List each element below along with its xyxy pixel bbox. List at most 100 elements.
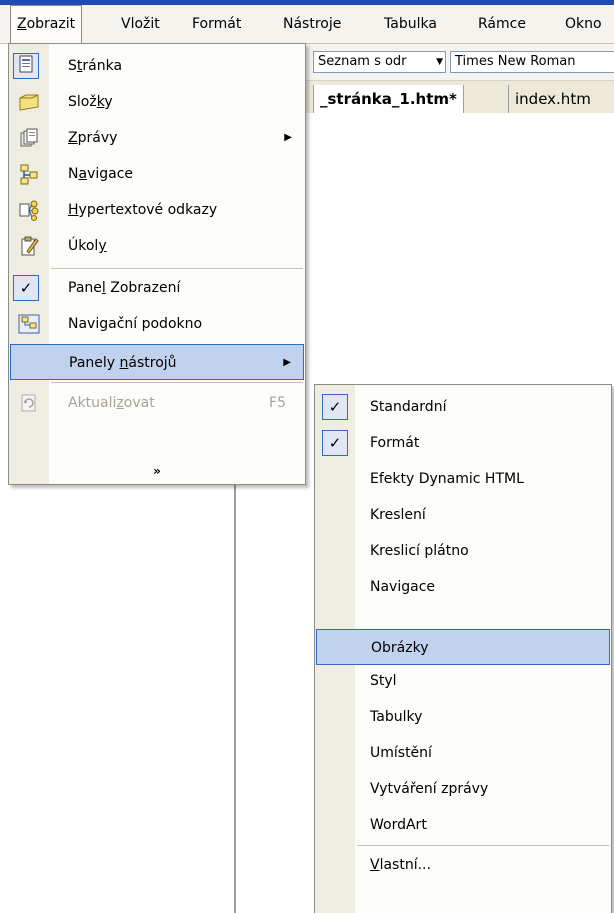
- menu-okno[interactable]: Okno: [565, 5, 602, 43]
- menu-zobrazit-rest: obrazit: [26, 16, 76, 32]
- expand-menu-chevron-icon[interactable]: »: [9, 464, 305, 478]
- menu-okno-label: Okno: [565, 16, 602, 32]
- menu-item-ukoly[interactable]: Úkoly: [10, 228, 304, 264]
- submenu-item-styl-label: Styl: [370, 673, 397, 689]
- menu-separator: [51, 382, 303, 383]
- font-combo[interactable]: Times New Roman: [450, 51, 614, 73]
- menu-tabulka-label: Tabulka: [384, 16, 437, 32]
- menu-item-panel-zobrazeni-label: Panel Zobrazení: [68, 270, 180, 306]
- shortcut-f5: F5: [269, 395, 286, 411]
- menu-ramce[interactable]: Rámce: [478, 5, 526, 43]
- font-combo-value: Times New Roman: [455, 54, 576, 69]
- style-combo[interactable]: Seznam s odr ▼: [313, 51, 446, 73]
- check-icon: ✓: [322, 430, 348, 456]
- menu-item-ukoly-label: Úkoly: [68, 228, 107, 264]
- lbl-accel: V: [370, 857, 380, 873]
- formatting-toolbar: Seznam s odr ▼ Times New Roman: [305, 44, 614, 81]
- submenu-item-tabulky-label: Tabulky: [370, 709, 423, 725]
- lbl-post: vigace: [87, 166, 134, 182]
- tab-index-label: index.htm: [515, 90, 591, 108]
- submenu-item-obrazky[interactable]: Obrázky: [316, 629, 610, 665]
- page-icon: [19, 55, 33, 73]
- document-tabs: _stránka_1.htm* index.htm: [305, 81, 614, 114]
- submenu-item-obrazky-label: Obrázky: [371, 640, 429, 656]
- submenu-arrow-icon: ▶: [283, 357, 291, 368]
- view-menu-dropdown: Stránka Složky Zprávy ▶ Navigace Hyperte…: [8, 43, 306, 485]
- submenu-item-format-label: Formát: [370, 435, 420, 451]
- menu-item-navigacni-podokno-label: Navigační podokno: [68, 316, 203, 332]
- style-combo-value: Seznam s odr: [318, 54, 407, 69]
- toolbars-submenu: ✓ Standardní ✓ Formát Efekty Dynamic HTM…: [314, 384, 612, 913]
- submenu-item-wordart[interactable]: WordArt: [316, 807, 610, 843]
- menu-item-slozky-label: Složky: [68, 84, 113, 120]
- menu-nastroje[interactable]: Nástroje: [283, 5, 341, 43]
- submenu-item-navigace[interactable]: Navigace: [316, 569, 610, 605]
- lbl-post: ástrojů: [128, 355, 177, 371]
- menu-bar: Zobrazit Vložit Formát Nástroje Tabulka …: [0, 5, 614, 44]
- check-icon: ✓: [322, 394, 348, 420]
- menu-item-panel-zobrazeni[interactable]: ✓ Panel Zobrazení: [10, 270, 304, 306]
- menu-format[interactable]: Formát: [192, 5, 241, 43]
- menu-separator: [51, 268, 303, 269]
- submenu-item-kresleni[interactable]: Kreslení: [316, 497, 610, 533]
- submenu-item-umisteni-label: Umístění: [370, 745, 432, 761]
- refresh-icon: [21, 394, 36, 412]
- tab-stranka-1[interactable]: _stránka_1.htm*: [313, 85, 464, 113]
- submenu-item-format[interactable]: ✓ Formát: [316, 425, 610, 461]
- navigation-icon: [20, 164, 38, 185]
- submenu-item-vlastni[interactable]: Vlastní...: [316, 847, 610, 883]
- submenu-item-efekty-label: Efekty Dynamic HTML: [370, 471, 524, 487]
- lbl-post: ovat: [123, 395, 155, 411]
- menu-item-navigace-label: Navigace: [68, 156, 133, 192]
- lbl-post: lastní...: [379, 857, 431, 873]
- submenu-item-umisteni[interactable]: Umístění: [316, 735, 610, 771]
- submenu-item-vytvareni-zpravy[interactable]: Vytváření zprávy: [316, 771, 610, 807]
- submenu-item-styl[interactable]: Styl: [316, 663, 610, 699]
- tab-index[interactable]: index.htm: [508, 85, 597, 113]
- lbl-accel: H: [68, 202, 79, 218]
- menu-item-slozky[interactable]: Složky: [10, 84, 304, 120]
- lbl-post: y: [104, 94, 113, 110]
- submenu-item-kreslici-platno[interactable]: Kreslicí plátno: [316, 533, 610, 569]
- menu-item-stranka[interactable]: Stránka: [10, 48, 304, 84]
- menu-item-hypertextove-odkazy[interactable]: Hypertextové odkazy: [10, 192, 304, 228]
- menu-item-navigace[interactable]: Navigace: [10, 156, 304, 192]
- tab-stranka-1-label: _stránka_1.htm*: [320, 90, 457, 108]
- menu-vlozit[interactable]: Vložit: [121, 5, 160, 43]
- lbl-pre: Úkol: [68, 238, 99, 254]
- submenu-item-navigace-label: Navigace: [370, 579, 436, 595]
- submenu-item-standardni[interactable]: ✓ Standardní: [316, 389, 610, 425]
- submenu-arrow-icon: ▶: [284, 132, 292, 143]
- menu-zobrazit-accel: Z: [17, 16, 27, 32]
- tasks-icon: [21, 236, 39, 256]
- submenu-item-vlastni-label: Vlastní...: [370, 847, 431, 883]
- lbl-post: ypertextové odkazy: [78, 202, 218, 218]
- lbl-pre: Panely: [69, 355, 120, 371]
- menu-nastroje-label: Nástroje: [283, 16, 342, 32]
- submenu-item-efekty-dynamic-html[interactable]: Efekty Dynamic HTML: [316, 461, 610, 497]
- menu-item-panely-nastroju-label: Panely nástrojů: [69, 345, 177, 381]
- lbl-post: ránka: [82, 58, 123, 74]
- menu-item-panely-nastroju[interactable]: Panely nástrojů ▶: [10, 344, 304, 380]
- menu-item-zpravy-label: Zprávy: [68, 120, 117, 156]
- menu-tabulka[interactable]: Tabulka: [384, 5, 437, 43]
- lbl-pre: Slož: [68, 94, 97, 110]
- menu-item-navigacni-podokno[interactable]: Navigační podokno: [10, 306, 304, 342]
- folder-icon: [19, 94, 39, 111]
- submenu-item-standardni-label: Standardní: [370, 399, 447, 415]
- submenu-item-tabulky[interactable]: Tabulky: [316, 699, 610, 735]
- menu-item-zpravy[interactable]: Zprávy ▶: [10, 120, 304, 156]
- menu-format-label: Formát: [192, 16, 242, 32]
- menu-item-hypertextove-odkazy-label: Hypertextové odkazy: [68, 192, 217, 228]
- menu-item-stranka-label: Stránka: [68, 48, 122, 84]
- submenu-item-kreslici-platno-label: Kreslicí plátno: [370, 543, 469, 559]
- lbl-pre: Pane: [68, 280, 102, 296]
- submenu-item-vytvareni-zpravy-label: Vytváření zprávy: [370, 781, 489, 797]
- navigation-pane-icon: [18, 314, 40, 334]
- menu-zobrazit[interactable]: Zobrazit: [10, 5, 83, 43]
- lbl-accel: a: [78, 166, 88, 182]
- reports-icon: [20, 128, 38, 147]
- lbl-post: právy: [77, 130, 118, 146]
- submenu-item-wordart-label: WordArt: [370, 817, 427, 833]
- page-icon-frame: [13, 53, 39, 79]
